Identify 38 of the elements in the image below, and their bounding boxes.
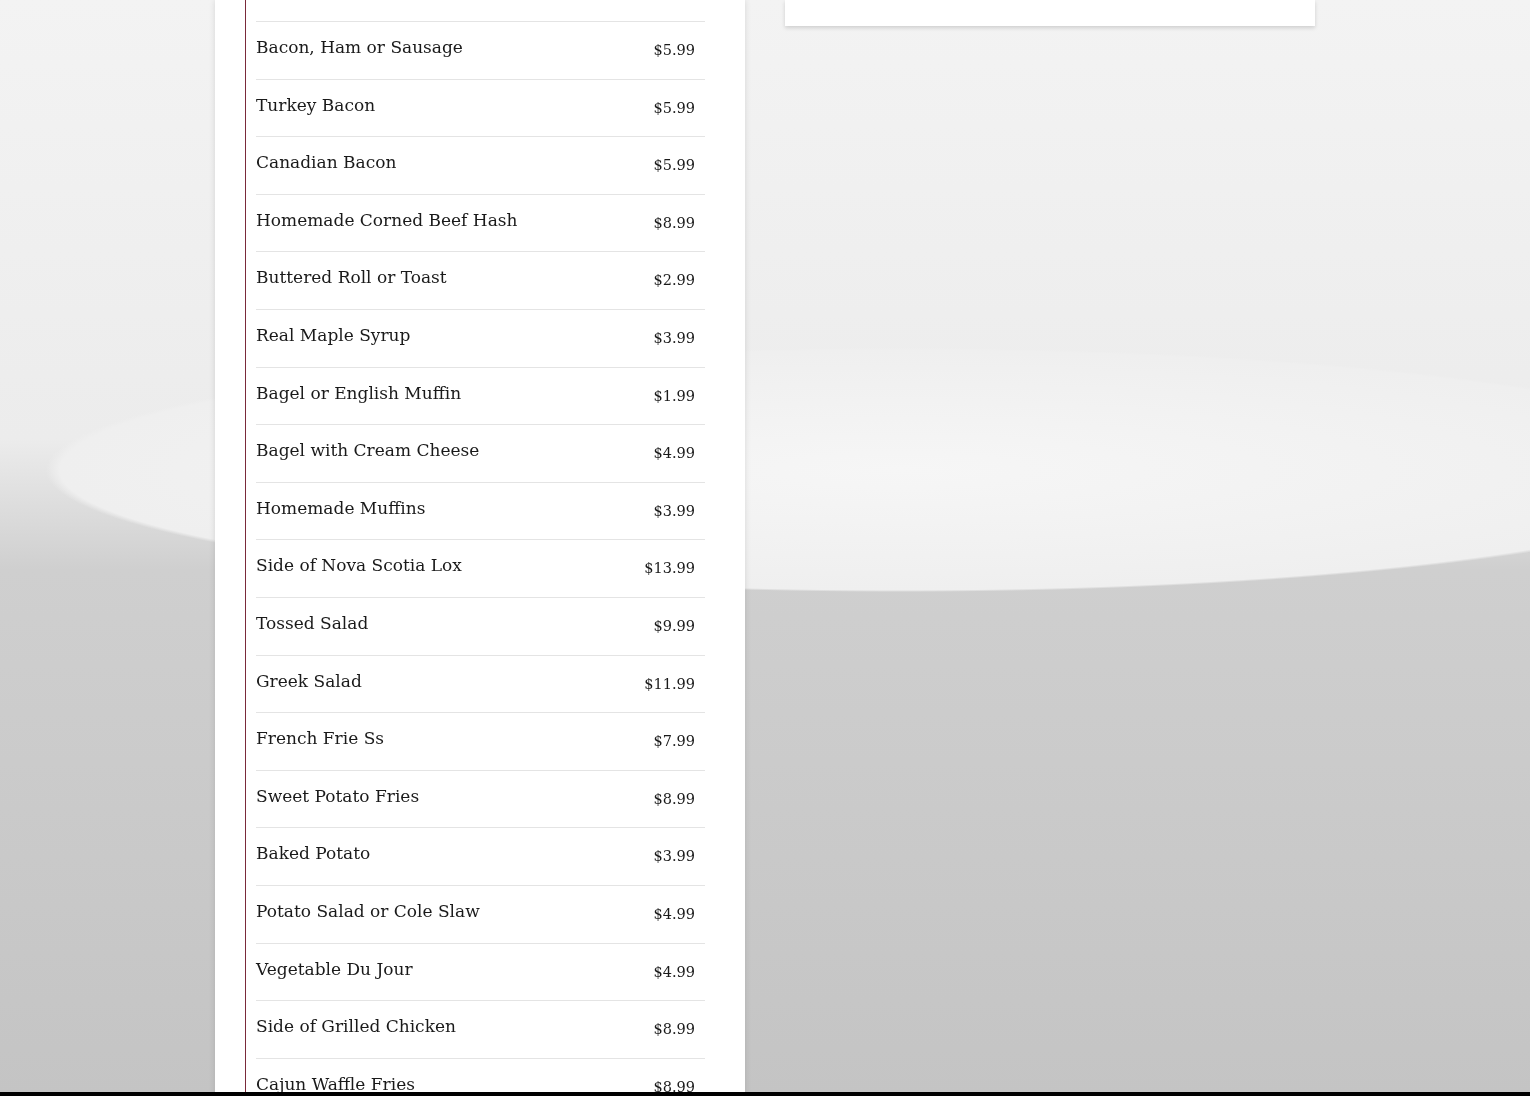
item-name: Canadian Bacon (256, 152, 397, 173)
item-name: Potato Salad or Cole Slaw (256, 900, 480, 921)
item-price: $8.99 (653, 790, 695, 807)
item-name: Tossed Salad (256, 612, 369, 633)
item-price: $5.99 (653, 99, 695, 116)
item-name: French Frie Ss (256, 728, 384, 749)
item-name: Homemade Muffins (256, 497, 426, 518)
item-name: Buttered Roll or Toast (256, 267, 447, 288)
item-name: Vegetable Du Jour (256, 958, 413, 979)
item-price: $5.99 (653, 157, 695, 174)
item-name: Bagel with Cream Cheese (256, 440, 480, 461)
item-price: $4.99 (653, 963, 695, 980)
item-price: $3.99 (653, 329, 695, 346)
item-price: $3.99 (653, 502, 695, 519)
item-price: $8.99 (653, 1021, 695, 1038)
item-price: $8.99 (653, 214, 695, 231)
item-price: $2.99 (653, 272, 695, 289)
item-price: $5.99 (653, 42, 695, 58)
item-name: Side of Nova Scotia Lox (256, 555, 462, 576)
item-price: $3.99 (653, 848, 695, 865)
item-price: $11.99 (644, 675, 695, 692)
item-price: $7.99 (653, 733, 695, 750)
item-name: Sweet Potato Fries (256, 785, 420, 806)
item-name: Real Maple Syrup (256, 324, 411, 345)
item-name: Cajun Waffle Fries (256, 1073, 415, 1094)
item-name: Greek Salad (256, 670, 362, 691)
item-name: Bagel or English Muffin (256, 382, 462, 403)
item-price: $4.99 (653, 445, 695, 462)
item-name: Side of Grilled Chicken (256, 1016, 456, 1037)
item-name: Turkey Bacon (256, 94, 376, 115)
item-price: $9.99 (653, 617, 695, 634)
item-price: $8.99 (653, 1078, 695, 1095)
item-price: $1.99 (653, 387, 695, 404)
item-price: $13.99 (644, 560, 695, 577)
item-name: Homemade Corned Beef Hash (256, 209, 518, 230)
item-price: $4.99 (653, 905, 695, 922)
item-name: Baked Potato (256, 843, 371, 864)
item-name: Bacon, Ham or Sausage (256, 37, 463, 57)
